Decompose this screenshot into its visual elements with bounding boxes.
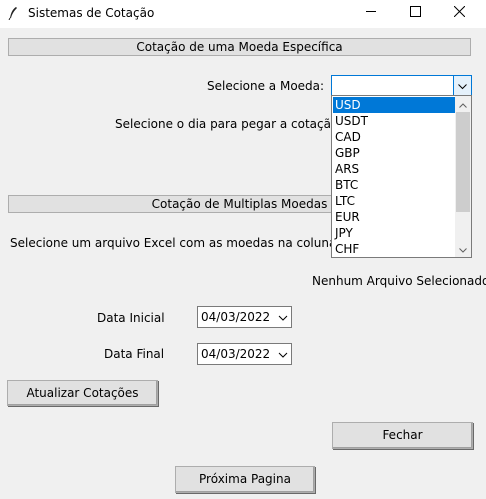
dropdown-option-usdt[interactable]: USDT: [333, 113, 455, 129]
chevron-down-icon: [458, 79, 467, 93]
dropdown-option-chf[interactable]: CHF: [333, 241, 455, 257]
minimize-button[interactable]: [348, 0, 394, 26]
maximize-button[interactable]: [392, 0, 438, 26]
dropdown-option-ars[interactable]: ARS: [333, 161, 455, 177]
currency-dropdown-button[interactable]: [453, 76, 471, 95]
start-date-picker[interactable]: 04/03/2022: [197, 306, 292, 328]
minimize-icon: [365, 6, 377, 20]
window-title: Sistemas de Cotação: [28, 6, 155, 20]
dropdown-option-eur[interactable]: EUR: [333, 209, 455, 225]
chevron-up-icon: [459, 97, 467, 111]
dropdown-option-ltc[interactable]: LTC: [333, 193, 455, 209]
chevron-down-icon[interactable]: [278, 312, 288, 322]
chevron-down-icon[interactable]: [278, 349, 288, 359]
dropdown-option-jpy[interactable]: JPY: [333, 225, 455, 241]
select-day-label: Selecione o dia para pegar a cotação:: [115, 117, 343, 131]
currency-combobox[interactable]: [331, 75, 472, 96]
file-prompt-label: Selecione um arquivo Excel com as moedas…: [10, 236, 353, 250]
end-date-value: 04/03/2022: [201, 347, 271, 361]
end-date-label: Data Final: [104, 347, 165, 361]
dropdown-option-btc[interactable]: BTC: [333, 177, 455, 193]
start-date-label: Data Inicial: [97, 311, 165, 325]
update-quotes-button[interactable]: Atualizar Cotações: [7, 380, 158, 406]
currency-dropdown-list[interactable]: USD USDT CAD GBP ARS BTC LTC EUR JPY CHF: [331, 95, 472, 258]
section-single-currency: Cotação de uma Moeda Específica: [8, 38, 471, 56]
scroll-down-button[interactable]: [455, 241, 471, 257]
select-currency-label: Selecione a Moeda:: [207, 79, 325, 93]
file-status-label: Nenhum Arquivo Selecionado: [312, 274, 486, 288]
maximize-icon: [409, 6, 421, 20]
dropdown-option-gbp[interactable]: GBP: [333, 145, 455, 161]
next-page-button[interactable]: Próxima Pagina: [175, 466, 315, 493]
close-icon: [453, 5, 465, 20]
scroll-thumb[interactable]: [456, 112, 470, 212]
dropdown-option-usd[interactable]: USD: [332, 96, 456, 114]
chevron-down-icon: [459, 242, 467, 256]
close-button[interactable]: [436, 0, 482, 26]
dropdown-option-cad[interactable]: CAD: [333, 129, 455, 145]
scroll-up-button[interactable]: [455, 96, 471, 112]
app-window: Sistemas de Cotação Cotação de uma Moeda…: [0, 0, 486, 499]
title-bar[interactable]: Sistemas de Cotação: [0, 0, 486, 28]
dropdown-scrollbar[interactable]: [455, 96, 471, 257]
close-app-button[interactable]: Fechar: [332, 422, 473, 449]
end-date-picker[interactable]: 04/03/2022: [197, 343, 292, 365]
start-date-value: 04/03/2022: [201, 310, 271, 324]
feather-icon: [8, 6, 18, 21]
